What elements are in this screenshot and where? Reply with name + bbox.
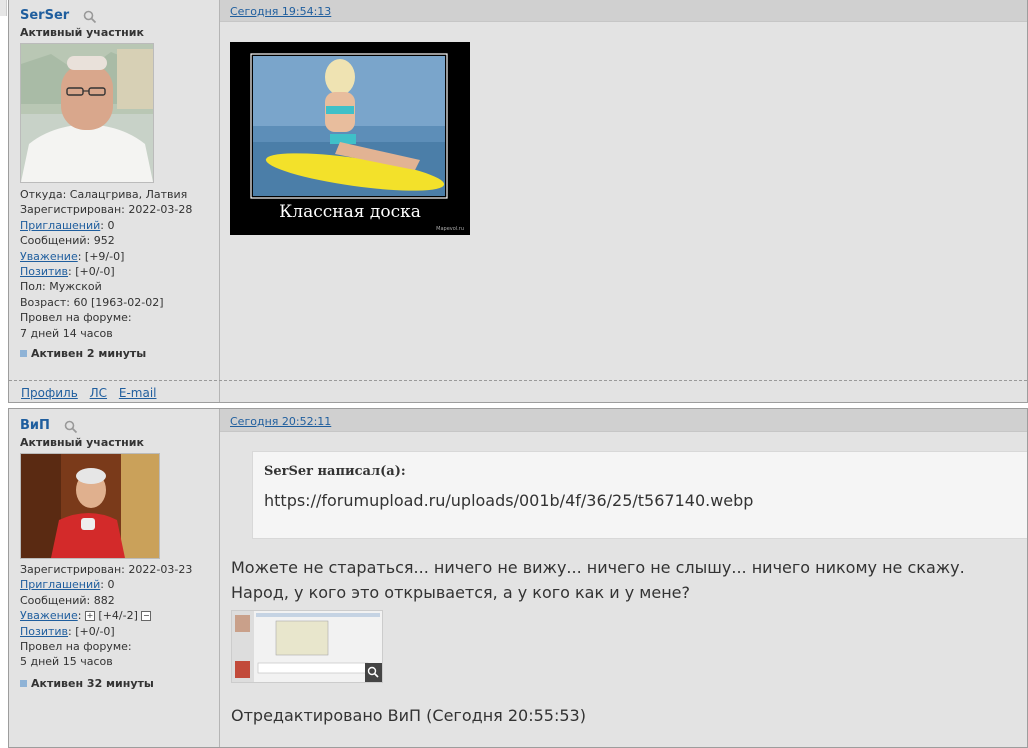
pm-link[interactable]: ЛС [90, 386, 107, 400]
invites-link[interactable]: Приглашений [20, 578, 100, 591]
status-badge: Активен 2 минуты [20, 347, 146, 360]
status-icon [20, 680, 27, 687]
invites-link[interactable]: Приглашений [20, 219, 100, 232]
info-respect: Уважение: [+9/-0] [20, 249, 125, 263]
corner-indicator [0, 0, 7, 16]
info-time-value: 7 дней 14 часов [20, 326, 113, 340]
post-datebar: Сегодня 20:52:11 [220, 409, 1027, 432]
message-line: Можете не стараться... ничего не вижу...… [231, 558, 965, 577]
post-date-link[interactable]: Сегодня 19:54:13 [230, 5, 331, 18]
info-registered: Зарегистрирован: 2022-03-23 [20, 563, 193, 576]
post-author-panel: SerSer Активный участник Откуда: Салацгр… [9, 0, 220, 402]
quote-box: SerSer написал(а): https://forumupload.r… [252, 451, 1027, 539]
message-line: Народ, у кого это открывается, а у кого … [231, 583, 690, 602]
quote-author: SerSer написал(а): [264, 464, 406, 479]
post-image[interactable]: Классная доска Mapevol.ru [230, 42, 470, 235]
author-info: Откуда: Салацгрива, Латвия Зарегистриров… [20, 187, 192, 341]
avatar [20, 453, 160, 559]
info-invites: Приглашений: 0 [20, 578, 115, 592]
status-badge: Активен 32 минуты [20, 677, 154, 690]
info-respect: Уважение: + [+4/-2] − [20, 609, 152, 623]
avatar [20, 43, 154, 183]
post-content: Сегодня 20:52:11 SerSer написал(а): http… [220, 409, 1027, 747]
author-username[interactable]: SerSer [20, 8, 69, 23]
author-rank: Активный участник [20, 26, 144, 39]
edited-note: Отредактировано ВиП (Сегодня 20:55:53) [231, 706, 586, 725]
image-caption: Классная доска [279, 202, 421, 222]
message-text: Можете не стараться... ничего не вижу...… [231, 555, 965, 605]
info-messages: Сообщений: 952 [20, 234, 115, 248]
info-gender: Пол: Мужской [20, 280, 102, 294]
post-content: Сегодня 19:54:13 Классная доска Mapevol.… [220, 0, 1027, 402]
post-author-panel: ВиП Активный участник Зарегистрирован: 2… [9, 409, 220, 747]
info-age: Возраст: 60 [1963-02-02] [20, 295, 164, 309]
info-invites: Приглашений: 0 [20, 218, 115, 232]
info-positive: Позитив: [+0/-0] [20, 265, 115, 279]
post-date-link[interactable]: Сегодня 20:52:11 [230, 415, 331, 428]
profile-link[interactable]: Профиль [21, 386, 78, 400]
quote-text: https://forumupload.ru/uploads/001b/4f/3… [264, 491, 754, 510]
search-icon[interactable] [64, 420, 78, 434]
positive-link[interactable]: Позитив [20, 625, 68, 638]
forum-post: ВиП Активный участник Зарегистрирован: 2… [8, 408, 1028, 748]
email-link[interactable]: E-mail [119, 386, 157, 400]
image-watermark: Mapevol.ru [436, 226, 464, 232]
respect-link[interactable]: Уважение [20, 609, 78, 622]
post-links: Профиль ЛС E-mail [21, 386, 164, 400]
respect-minus-button[interactable]: − [141, 611, 152, 622]
positive-link[interactable]: Позитив [20, 265, 68, 278]
respect-link[interactable]: Уважение [20, 250, 78, 263]
respect-plus-button[interactable]: + [84, 611, 95, 622]
author-rank: Активный участник [20, 436, 144, 449]
info-registered: Зарегистрирован: 2022-03-28 [20, 203, 193, 217]
author-username[interactable]: ВиП [20, 418, 50, 433]
status-icon [20, 350, 27, 357]
attached-thumbnail[interactable] [231, 610, 383, 683]
search-icon[interactable] [83, 10, 97, 24]
info-location: Откуда: Салацгрива, Латвия [20, 188, 188, 201]
forum-post: SerSer Активный участник Откуда: Салацгр… [8, 0, 1028, 403]
info-time-label: Провел на форуме: [20, 311, 132, 325]
info-positive: Позитив: [+0/-0] [20, 624, 115, 638]
info-messages: Сообщений: 882 [20, 593, 115, 607]
author-info: Зарегистрирован: 2022-03-23 Приглашений:… [20, 562, 192, 670]
info-time-label: Провел на форуме: [20, 640, 132, 654]
info-time-value: 5 дней 15 часов [20, 655, 113, 669]
post-datebar: Сегодня 19:54:13 [220, 0, 1027, 22]
